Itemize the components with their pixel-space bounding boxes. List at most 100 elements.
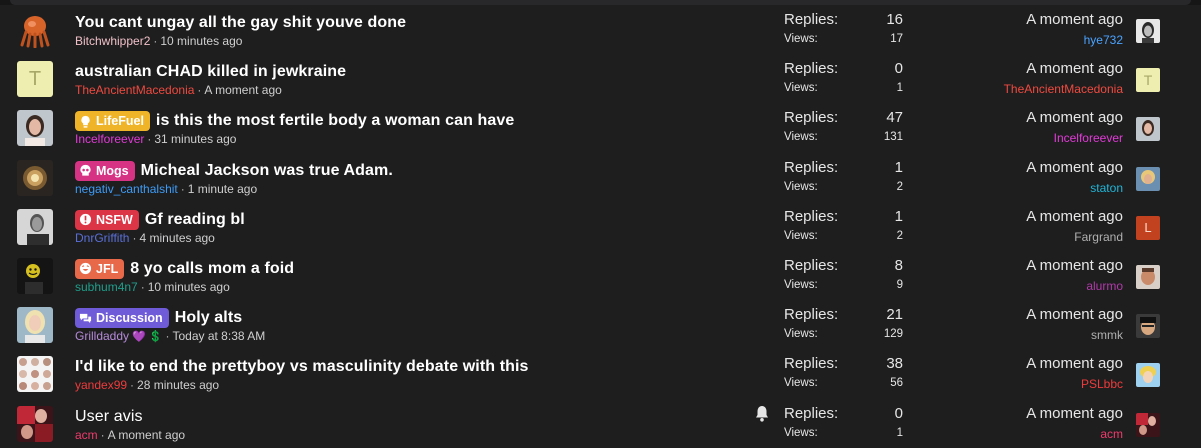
thread-title[interactable]: Gf reading bl xyxy=(145,211,245,229)
last-post-user[interactable]: Fargrand xyxy=(1074,230,1123,244)
avatar[interactable]: T xyxy=(17,61,53,98)
prefix-badge[interactable]: NSFW xyxy=(75,209,139,230)
last-post-time[interactable]: A moment ago xyxy=(1026,109,1123,126)
thread-author[interactable]: TheAncientMacedonia xyxy=(75,83,194,97)
last-post-time[interactable]: A moment ago xyxy=(1026,257,1123,274)
prefix-label: LifeFuel xyxy=(96,114,144,129)
last-post-user[interactable]: TheAncientMacedonia xyxy=(1004,82,1123,96)
meta-separator: · xyxy=(197,83,202,98)
views-count: 1 xyxy=(896,426,903,439)
last-post-avatar[interactable] xyxy=(1136,166,1160,191)
prefix-label: Mogs xyxy=(96,163,129,178)
bell-icon[interactable] xyxy=(754,405,770,423)
meta-separator: · xyxy=(100,427,105,442)
avatar[interactable] xyxy=(17,307,53,344)
thread-author[interactable]: negativ_canthalshit xyxy=(75,182,178,196)
last-post-time[interactable]: A moment ago xyxy=(1026,60,1123,77)
thread-author[interactable]: DnrGriffith xyxy=(75,231,129,245)
thread-row: LifeFuel is this the most fertile body a… xyxy=(0,103,1201,152)
last-post-time[interactable]: A moment ago xyxy=(1026,159,1123,176)
views-label: Views: xyxy=(784,33,818,45)
last-post-avatar[interactable] xyxy=(1136,363,1160,388)
thread-start-time[interactable]: 1 minute ago xyxy=(188,182,257,196)
last-post-user[interactable]: staton xyxy=(1090,181,1123,195)
thread-title[interactable]: I'd like to end the prettyboy vs masculi… xyxy=(75,358,529,376)
last-post-user[interactable]: acm xyxy=(1100,427,1123,441)
thread-author[interactable]: Incelforeever xyxy=(75,132,144,146)
avatar[interactable] xyxy=(17,159,53,196)
last-post-user[interactable]: PSLbbc xyxy=(1081,377,1123,391)
last-post-avatar[interactable] xyxy=(1136,264,1160,289)
thread-author[interactable]: acm xyxy=(75,428,98,442)
last-post-avatar[interactable]: T xyxy=(1136,68,1160,93)
avatar[interactable] xyxy=(17,12,53,48)
views-count: 2 xyxy=(896,229,903,242)
avatar[interactable] xyxy=(17,257,53,294)
thread-title[interactable]: You cant ungay all the gay shit youve do… xyxy=(75,14,406,32)
thread-start-time[interactable]: 10 minutes ago xyxy=(148,280,230,294)
prefix-badge[interactable]: LifeFuel xyxy=(75,111,150,132)
thread-row: JFL 8 yo calls mom a foid subhum4n7 · 10… xyxy=(0,251,1201,300)
replies-label: Replies: xyxy=(784,60,839,78)
replies-count: 8 xyxy=(894,256,903,274)
meta-separator: · xyxy=(147,132,152,147)
replies-count: 38 xyxy=(886,355,903,373)
laugh-icon xyxy=(79,263,92,275)
thread-start-time[interactable]: 10 minutes ago xyxy=(160,34,242,48)
thread-title[interactable]: Holy alts xyxy=(175,309,243,327)
last-post-user[interactable]: alurmo xyxy=(1086,279,1123,293)
replies-label: Replies: xyxy=(784,256,839,274)
views-label: Views: xyxy=(784,229,818,242)
replies-label: Replies: xyxy=(784,306,839,324)
replies-label: Replies: xyxy=(784,158,839,176)
thread-title[interactable]: australian CHAD killed in jewkraine xyxy=(75,63,346,81)
last-post-avatar[interactable]: L xyxy=(1136,215,1160,240)
thread-title[interactable]: User avis xyxy=(75,408,143,426)
last-post-time[interactable]: A moment ago xyxy=(1026,405,1123,422)
thread-author[interactable]: subhum4n7 xyxy=(75,280,138,294)
meta-separator: · xyxy=(140,279,145,294)
replies-count: 0 xyxy=(894,60,903,78)
last-post-time[interactable]: A moment ago xyxy=(1026,11,1123,28)
views-count: 131 xyxy=(883,131,903,144)
avatar[interactable] xyxy=(17,208,53,245)
views-count: 9 xyxy=(896,278,903,291)
thread-row: T australian CHAD killed in jewkraine Th… xyxy=(0,54,1201,103)
last-post-avatar[interactable] xyxy=(1136,117,1160,142)
thread-author[interactable]: Grilldaddy xyxy=(75,329,129,343)
avatar[interactable] xyxy=(17,405,53,442)
thread-start-time[interactable]: 4 minutes ago xyxy=(139,231,214,245)
prefix-badge[interactable]: Mogs xyxy=(75,160,135,181)
replies-count: 0 xyxy=(894,404,903,422)
thread-start-time[interactable]: A moment ago xyxy=(108,428,185,442)
prefix-badge[interactable]: Discussion xyxy=(75,308,169,329)
last-post-avatar[interactable] xyxy=(1136,314,1160,339)
thread-start-time[interactable]: Today at 8:38 AM xyxy=(172,329,265,343)
chat-icon xyxy=(79,313,92,323)
meta-separator: · xyxy=(153,34,158,48)
last-post-time[interactable]: A moment ago xyxy=(1026,306,1123,323)
last-post-user[interactable]: Incelforeever xyxy=(1054,131,1123,145)
last-post-time[interactable]: A moment ago xyxy=(1026,355,1123,372)
prefix-badge[interactable]: JFL xyxy=(75,258,125,279)
last-post-avatar[interactable] xyxy=(1136,19,1160,43)
avatar[interactable] xyxy=(17,356,53,393)
meta-separator: · xyxy=(130,378,135,393)
last-post-user[interactable]: hye732 xyxy=(1084,33,1123,47)
thread-start-time[interactable]: 31 minutes ago xyxy=(154,132,236,146)
thread-start-time[interactable]: 28 minutes ago xyxy=(137,378,219,392)
thread-title[interactable]: is this the most fertile body a woman ca… xyxy=(156,112,514,130)
thread-title[interactable]: Micheal Jackson was true Adam. xyxy=(141,162,393,180)
avatar[interactable] xyxy=(17,110,53,147)
views-count: 17 xyxy=(890,33,903,45)
thread-author[interactable]: yandex99 xyxy=(75,378,127,392)
thread-start-time[interactable]: A moment ago xyxy=(204,83,281,97)
last-post-time[interactable]: A moment ago xyxy=(1026,208,1123,225)
prefix-label: JFL xyxy=(96,261,119,276)
last-post-user[interactable]: smmk xyxy=(1091,328,1123,342)
thread-title[interactable]: 8 yo calls mom a foid xyxy=(130,260,294,278)
last-post-avatar[interactable] xyxy=(1136,412,1160,437)
thread-author[interactable]: Bitchwhipper2 xyxy=(75,34,150,48)
replies-label: Replies: xyxy=(784,355,839,373)
skull-icon xyxy=(80,164,91,176)
